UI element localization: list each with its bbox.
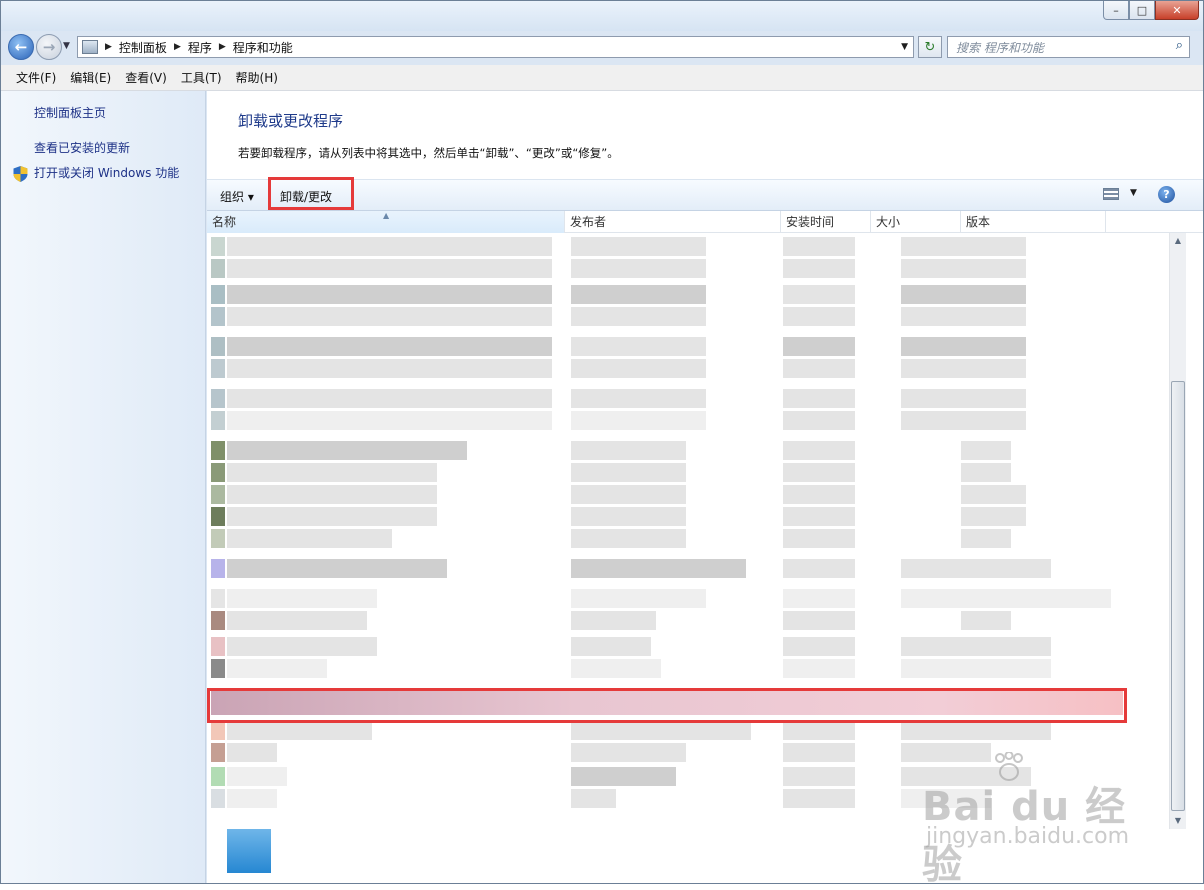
baidu-jingyan-watermark: Bai du 经验 jingyan.baidu.com [922, 752, 1152, 888]
menu-bar: 文件(F) 编辑(E) 查看(V) 工具(T) 帮助(H) [1, 65, 1203, 91]
sidebar-link-installed-updates[interactable]: 查看已安装的更新 [34, 139, 130, 156]
menu-file[interactable]: 文件(F) [9, 69, 63, 86]
scroll-up-icon[interactable]: ▲ [1170, 233, 1186, 249]
list-item[interactable] [211, 389, 1161, 408]
page-title: 卸载或更改程序 [238, 112, 344, 130]
history-dropdown-icon[interactable]: ▼ [63, 41, 70, 51]
sidebar-link-home[interactable]: 控制面板主页 [34, 104, 106, 121]
minimize-button[interactable]: – [1103, 1, 1129, 20]
vertical-scrollbar[interactable]: ▲ ▼ [1169, 233, 1186, 829]
address-dropdown-icon[interactable]: ▼ [901, 42, 908, 52]
scrollbar-thumb[interactable] [1171, 381, 1185, 811]
uac-shield-icon [13, 166, 28, 182]
back-button[interactable]: ← [8, 34, 34, 60]
forward-button[interactable]: → [36, 34, 62, 60]
list-item[interactable] [211, 359, 1161, 378]
program-icon [227, 829, 271, 873]
breadcrumb-programs[interactable]: 程序 [188, 39, 212, 56]
list-item[interactable] [211, 237, 1161, 256]
sidebar: 控制面板主页 查看已安装的更新 打开或关闭 Windows 功能 [1, 91, 206, 883]
list-item[interactable] [211, 285, 1161, 304]
program-list[interactable] [207, 233, 1165, 829]
list-item[interactable] [211, 441, 1161, 460]
refresh-button[interactable]: ↻ [918, 36, 942, 58]
control-panel-icon [82, 40, 98, 54]
watermark-url: jingyan.baidu.com [926, 824, 1130, 849]
page-description: 若要卸载程序，请从列表中将其选中，然后单击“卸载”、“更改”或“修复”。 [238, 146, 619, 160]
column-header-size[interactable]: 大小 [871, 211, 961, 233]
column-header-version[interactable]: 版本 [961, 211, 1106, 233]
search-input[interactable]: 搜索 程序和功能 ⌕ [947, 36, 1190, 58]
scroll-down-icon[interactable]: ▼ [1170, 813, 1186, 829]
list-item[interactable] [211, 659, 1161, 678]
chevron-right-icon[interactable]: ▶ [219, 42, 226, 52]
breadcrumb-programs-and-features[interactable]: 程序和功能 [233, 39, 293, 56]
sort-arrow-icon: ▲ [383, 211, 390, 220]
breadcrumb-control-panel[interactable]: 控制面板 [119, 39, 167, 56]
search-placeholder: 搜索 程序和功能 [956, 40, 1044, 55]
organize-button[interactable]: 组织 ▾ [220, 188, 254, 205]
close-button[interactable]: ✕ [1155, 1, 1199, 20]
list-item[interactable] [211, 485, 1161, 504]
list-item[interactable] [211, 589, 1161, 608]
title-bar: – □ ✕ [1, 1, 1203, 31]
navigation-bar: ← → ▼ ▶ 控制面板 ▶ 程序 ▶ 程序和功能 ▼ ↻ 搜索 程序和功能 ⌕ [1, 31, 1203, 65]
address-bar[interactable]: ▶ 控制面板 ▶ 程序 ▶ 程序和功能 ▼ [77, 36, 914, 58]
chevron-right-icon[interactable]: ▶ [174, 42, 181, 52]
menu-edit[interactable]: 编辑(E) [63, 69, 118, 86]
help-button[interactable]: ? [1158, 186, 1175, 203]
column-header-install-date[interactable]: 安装时间 [781, 211, 871, 233]
sidebar-link-windows-features[interactable]: 打开或关闭 Windows 功能 [34, 164, 179, 181]
list-item[interactable] [211, 721, 1161, 740]
list-item[interactable] [211, 259, 1161, 278]
column-header-publisher[interactable]: 发布者 [565, 211, 781, 233]
menu-view[interactable]: 查看(V) [118, 69, 174, 86]
list-item[interactable] [211, 559, 1161, 578]
chevron-right-icon[interactable]: ▶ [105, 42, 112, 52]
highlight-box-uninstall-button [268, 177, 354, 210]
list-item[interactable] [211, 337, 1161, 356]
view-dropdown-icon[interactable]: ▼ [1130, 188, 1137, 198]
maximize-button[interactable]: □ [1129, 1, 1155, 20]
list-item[interactable] [211, 411, 1161, 430]
list-item[interactable] [211, 507, 1161, 526]
list-item[interactable] [211, 307, 1161, 326]
menu-help[interactable]: 帮助(H) [229, 69, 285, 86]
list-item[interactable] [211, 463, 1161, 482]
column-header-row: ▲ 名称 发布者 安装时间 大小 版本 [207, 211, 1203, 233]
list-item[interactable] [211, 611, 1161, 630]
column-header-name[interactable]: ▲ 名称 [207, 211, 565, 233]
view-options-icon[interactable] [1103, 188, 1119, 200]
menu-tools[interactable]: 工具(T) [174, 69, 229, 86]
command-bar: 组织 ▾ 卸载/更改 ▼ ? [207, 179, 1203, 211]
list-item[interactable] [211, 529, 1161, 548]
highlight-box-selected-row [207, 688, 1127, 723]
list-item[interactable] [211, 637, 1161, 656]
search-icon[interactable]: ⌕ [1176, 38, 1183, 53]
caption-buttons: – □ ✕ [1103, 1, 1199, 20]
